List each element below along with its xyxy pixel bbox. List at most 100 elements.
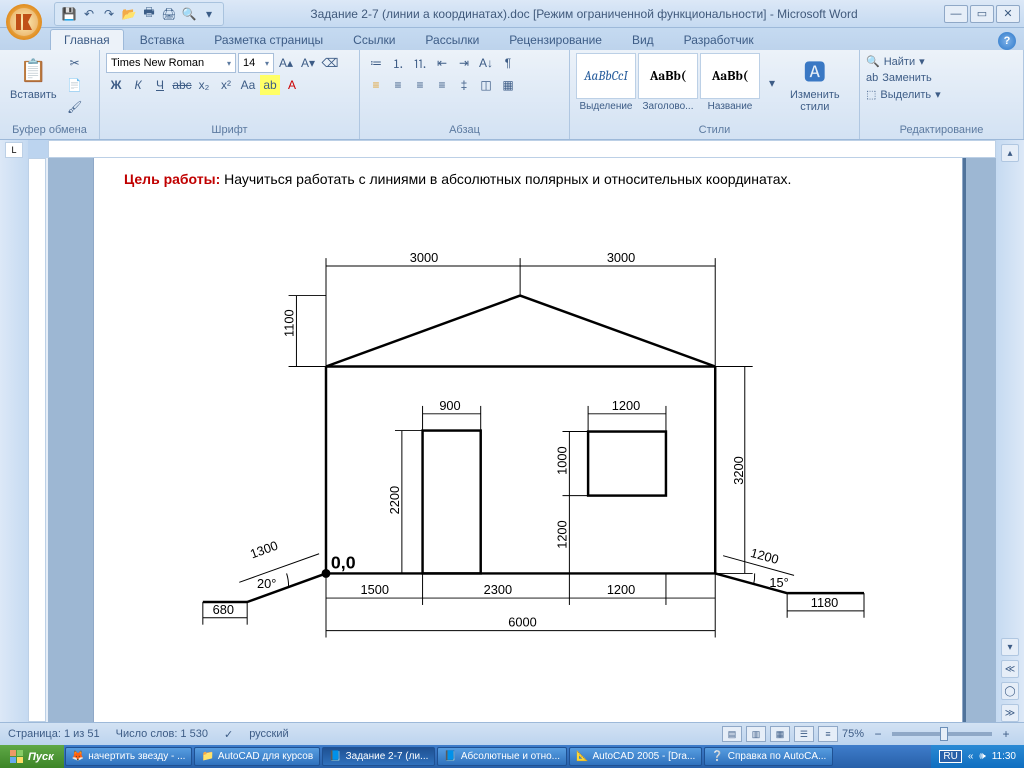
redo-icon[interactable]: ↷ — [101, 6, 117, 22]
browse-object-icon[interactable]: ◯ — [1001, 682, 1019, 700]
task-folder[interactable]: 📁 AutoCAD для курсов — [194, 747, 320, 766]
tab-page-layout[interactable]: Разметка страницы — [200, 29, 337, 50]
save-icon[interactable]: 💾 — [61, 6, 77, 22]
multilevel-button[interactable]: ⒒ — [410, 53, 430, 73]
preview-icon[interactable]: 🔍 — [181, 6, 197, 22]
select-button[interactable]: ⬚Выделить ▾ — [866, 88, 941, 101]
styles-more-icon[interactable]: ▾ — [762, 73, 782, 93]
font-name-combo[interactable]: Times New Roman — [106, 53, 236, 73]
help-button[interactable]: ? — [998, 32, 1016, 50]
tab-developer[interactable]: Разработчик — [670, 29, 768, 50]
task-firefox[interactable]: 🦊 начертить звезду - ... — [65, 747, 193, 766]
svg-text:1200: 1200 — [607, 582, 635, 597]
align-center-button[interactable]: ≡ — [388, 75, 408, 95]
find-button[interactable]: 🔍Найти ▾ — [866, 55, 925, 68]
zoom-out-button[interactable]: − — [868, 724, 888, 744]
quick-access-toolbar: 💾 ↶ ↷ 📂 🖶 🖨 🔍 ▾ — [54, 2, 224, 26]
tab-mailings[interactable]: Рассылки — [411, 29, 493, 50]
tab-selector[interactable]: L — [5, 142, 23, 158]
grow-font-icon[interactable]: A▴ — [276, 53, 296, 73]
tab-review[interactable]: Рецензирование — [495, 29, 616, 50]
start-button[interactable]: Пуск — [0, 745, 64, 768]
zoom-slider[interactable] — [892, 732, 992, 736]
right-scrollbar: ▴ ▾ ≪ ◯ ≫ — [996, 140, 1024, 722]
style-heading[interactable]: AaBb(Заголово... — [638, 53, 698, 112]
view-full-reading[interactable]: ▥ — [746, 726, 766, 742]
justify-button[interactable]: ≡ — [432, 75, 452, 95]
horizontal-ruler[interactable] — [48, 140, 996, 158]
sort-button[interactable]: A↓ — [476, 53, 496, 73]
view-web[interactable]: ▦ — [770, 726, 790, 742]
show-marks-button[interactable]: ¶ — [498, 53, 518, 73]
task-word-other[interactable]: 📘 Абсолютные и отно... — [437, 747, 567, 766]
font-color-button[interactable]: A — [282, 75, 302, 95]
scroll-down-icon[interactable]: ▾ — [1001, 638, 1019, 656]
subscript-button[interactable]: x₂ — [194, 75, 214, 95]
replace-button[interactable]: abЗаменить — [866, 72, 932, 84]
view-draft[interactable]: ≡ — [818, 726, 838, 742]
cad-drawing: 0,0 3000 3000 1100 3200 — [124, 199, 932, 702]
tray-volume-icon[interactable]: 🕪 — [979, 751, 985, 762]
paste-button[interactable]: 📋 Вставить — [6, 53, 61, 103]
clear-format-icon[interactable]: ⌫ — [320, 53, 340, 73]
vertical-ruler[interactable] — [28, 158, 46, 722]
tab-home[interactable]: Главная — [50, 29, 124, 50]
status-page[interactable]: Страница: 1 из 51 — [8, 728, 100, 740]
outdent-button[interactable]: ⇤ — [432, 53, 452, 73]
align-right-button[interactable]: ≡ — [410, 75, 430, 95]
office-button[interactable] — [4, 2, 44, 42]
qat-more-icon[interactable]: ▾ — [201, 6, 217, 22]
line-spacing-button[interactable]: ‡ — [454, 75, 474, 95]
quickprint-icon[interactable]: 🖶 — [141, 6, 157, 22]
strike-button[interactable]: abc — [172, 75, 192, 95]
indent-button[interactable]: ⇥ — [454, 53, 474, 73]
clock[interactable]: 11:30 — [992, 751, 1016, 762]
copy-icon[interactable]: 📄 — [65, 75, 85, 95]
task-word-current[interactable]: 📘 Задание 2-7 (ли... — [322, 747, 435, 766]
bullets-button[interactable]: ≔ — [366, 53, 386, 73]
scroll-up-icon[interactable]: ▴ — [1001, 144, 1019, 162]
view-outline[interactable]: ☰ — [794, 726, 814, 742]
italic-button[interactable]: К — [128, 75, 148, 95]
borders-button[interactable]: ▦ — [498, 75, 518, 95]
close-button[interactable]: ✕ — [996, 5, 1020, 23]
tab-view[interactable]: Вид — [618, 29, 668, 50]
shrink-font-icon[interactable]: A▾ — [298, 53, 318, 73]
shading-button[interactable]: ◫ — [476, 75, 496, 95]
prev-page-icon[interactable]: ≪ — [1001, 660, 1019, 678]
bold-button[interactable]: Ж — [106, 75, 126, 95]
open-icon[interactable]: 📂 — [121, 6, 137, 22]
minimize-button[interactable]: — — [944, 5, 968, 23]
tab-references[interactable]: Ссылки — [339, 29, 409, 50]
style-emphasis[interactable]: AaBbCcIВыделение — [576, 53, 636, 112]
lang-indicator[interactable]: RU — [939, 750, 961, 763]
cut-icon[interactable]: ✂ — [65, 53, 85, 73]
zoom-level[interactable]: 75% — [842, 728, 864, 740]
tab-insert[interactable]: Вставка — [126, 29, 199, 50]
numbering-button[interactable]: ⒈ — [388, 53, 408, 73]
next-page-icon[interactable]: ≫ — [1001, 704, 1019, 722]
style-title[interactable]: AaBb(Название — [700, 53, 760, 112]
change-styles-button[interactable]: 🅰 Изменить стили — [786, 53, 844, 115]
tray-expand-icon[interactable]: « — [968, 751, 974, 762]
svg-text:1180: 1180 — [811, 595, 839, 610]
zoom-in-button[interactable]: + — [996, 724, 1016, 744]
highlight-button[interactable]: ab — [260, 75, 280, 95]
align-left-button[interactable]: ≡ — [366, 75, 386, 95]
change-case-button[interactable]: Aa — [238, 75, 258, 95]
status-proofing-icon[interactable]: ✓ — [224, 728, 233, 741]
svg-text:6000: 6000 — [508, 615, 536, 630]
undo-icon[interactable]: ↶ — [81, 6, 97, 22]
status-language[interactable]: русский — [249, 728, 288, 740]
svg-text:3000: 3000 — [410, 250, 438, 265]
underline-button[interactable]: Ч — [150, 75, 170, 95]
maximize-button[interactable]: ▭ — [970, 5, 994, 23]
font-size-combo[interactable]: 14 — [238, 53, 274, 73]
superscript-button[interactable]: x² — [216, 75, 236, 95]
task-autocad[interactable]: 📐 AutoCAD 2005 - [Dra... — [569, 747, 702, 766]
task-help[interactable]: ❔ Справка по AutoCA... — [704, 747, 833, 766]
format-painter-icon[interactable]: 🖌 — [65, 97, 85, 117]
print-icon[interactable]: 🖨 — [161, 6, 177, 22]
status-words[interactable]: Число слов: 1 530 — [116, 728, 208, 740]
view-print-layout[interactable]: ▤ — [722, 726, 742, 742]
